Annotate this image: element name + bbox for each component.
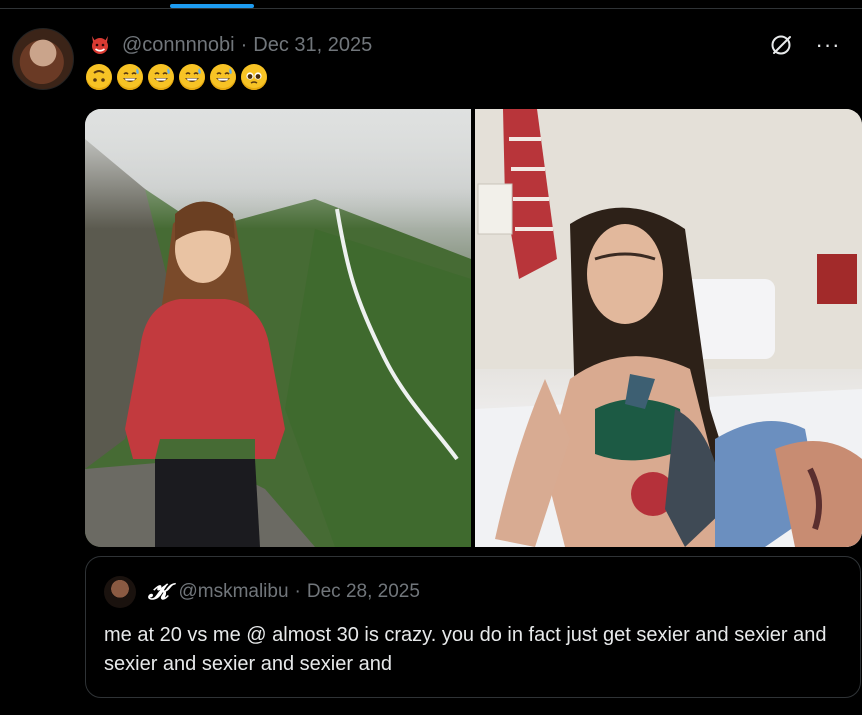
pleading-face-icon — [241, 64, 267, 90]
header-separator: · — [240, 33, 248, 56]
photo-hiking-portrait[interactable] — [85, 109, 471, 547]
quoted-post-header: 𝓚 @mskmalibu · Dec 28, 2025 — [104, 576, 420, 608]
upside-down-face-icon — [86, 64, 112, 90]
tab-bar-divider — [0, 8, 862, 9]
quoted-post-text: me at 20 vs me @ almost 30 is crazy. you… — [104, 624, 827, 675]
header-actions: ··· — [768, 30, 842, 60]
author-avatar[interactable] — [12, 28, 74, 90]
post-header: @connnnobi · Dec 31, 2025 ··· — [88, 30, 842, 60]
quoted-post[interactable]: 𝓚 @mskmalibu · Dec 28, 2025 me at 20 vs … — [85, 556, 861, 698]
photo-bedroom-portrait[interactable] — [475, 109, 862, 547]
quoted-author-avatar[interactable] — [104, 576, 136, 608]
quoted-post-date[interactable]: Dec 28, 2025 — [307, 581, 420, 603]
grinning-sweat-icon — [117, 64, 143, 90]
grinning-sweat-icon — [148, 64, 174, 90]
media-grid[interactable] — [85, 109, 862, 547]
quoted-header-separator: · — [294, 581, 301, 602]
quoted-author-badge: 𝓚 — [148, 579, 169, 605]
grinning-sweat-icon — [179, 64, 205, 90]
quoted-author-handle[interactable]: @mskmalibu — [178, 581, 288, 603]
active-tab-indicator — [170, 4, 254, 8]
grok-icon[interactable] — [768, 31, 796, 59]
grinning-sweat-icon — [210, 64, 236, 90]
post-date[interactable]: Dec 31, 2025 — [253, 34, 372, 57]
devil-emoji-icon — [88, 33, 112, 57]
post-text-emojis — [86, 64, 267, 90]
more-options-icon[interactable]: ··· — [814, 31, 842, 59]
author-handle[interactable]: @connnnobi — [122, 34, 235, 57]
